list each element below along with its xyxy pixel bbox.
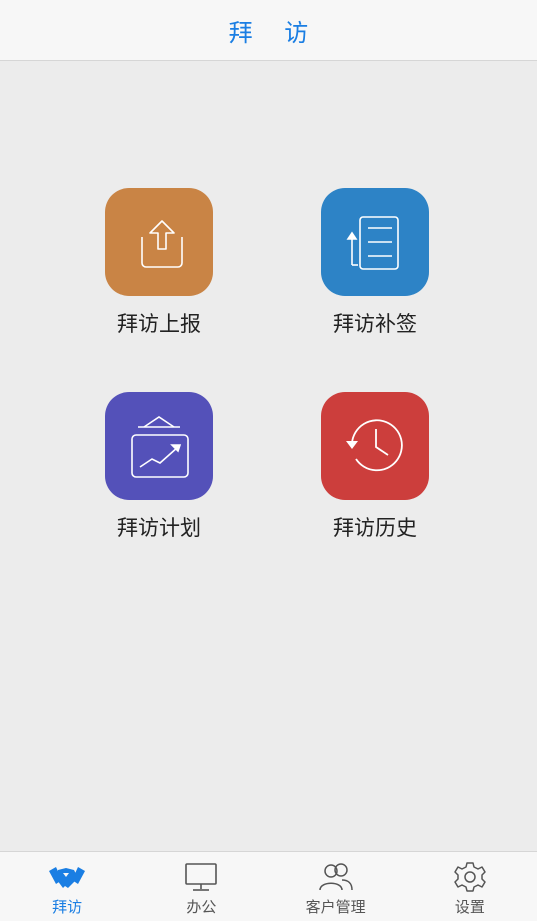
- tile-label: 拜访历史: [333, 516, 417, 540]
- handshake-icon: [48, 860, 86, 894]
- tile-visit-plan[interactable]: 拜访计划: [69, 392, 249, 542]
- plan-board-chart-icon: [105, 392, 213, 500]
- users-icon: [318, 860, 354, 894]
- tile-label: 拜访补签: [333, 312, 417, 336]
- tile-visit-supplement[interactable]: 拜访补签: [285, 188, 465, 338]
- tab-label: 设置: [454, 898, 485, 916]
- document-list-icon: [321, 188, 429, 296]
- header-bar: 拜 访: [0, 0, 537, 61]
- monitor-icon: [184, 860, 218, 894]
- tile-visit-report[interactable]: 拜访上报: [69, 188, 249, 338]
- tab-customer-management[interactable]: 客户管理: [269, 852, 403, 921]
- tile-visit-history[interactable]: 拜访历史: [285, 392, 465, 542]
- tab-settings[interactable]: 设置: [403, 852, 537, 921]
- tile-label: 拜访上报: [117, 312, 201, 336]
- tab-label: 客户管理: [305, 898, 366, 916]
- page-title: 拜 访: [228, 18, 321, 47]
- tab-label: 办公: [186, 898, 217, 916]
- tile-label: 拜访计划: [117, 516, 201, 540]
- bottom-tab-bar: 拜访 办公 客户管理 设置: [0, 851, 537, 921]
- tab-office[interactable]: 办公: [134, 852, 268, 921]
- gear-icon: [454, 860, 486, 894]
- tab-label: 拜访: [52, 898, 83, 916]
- upload-tray-icon: [105, 188, 213, 296]
- history-clock-icon: [321, 392, 429, 500]
- tab-visit[interactable]: 拜访: [0, 852, 134, 921]
